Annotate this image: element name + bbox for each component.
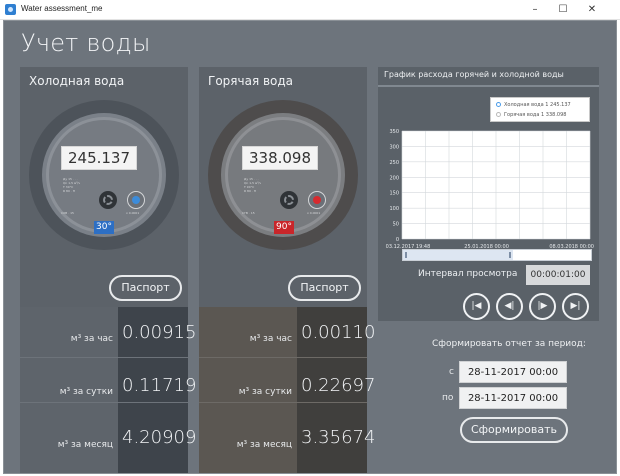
hot-stat-hour: м³ за час 0.00110 [199,314,376,359]
hot-stat-month: м³ за месяц 3.35674 [199,420,376,465]
hot-stats-divider [199,357,367,358]
hot-stat-hour-value: 0.00110 [301,322,376,343]
hot-stat-day-value: 0.22697 [301,375,376,396]
hot-passport-button[interactable]: Паспорт [288,275,361,301]
cold-meter-model: СХВ · 15 [61,211,74,215]
hot-stats-divider [199,402,367,403]
cold-meter-specs: Ду 15 · · · Qn 1,5 м³/ч T 30°C R 80 · Н [63,177,81,193]
hot-meter-gear-icon [280,191,298,209]
interval-row: Интервал просмотра 00:00:01:00 [378,263,599,288]
chart-y-tick-label: 0 [396,237,399,243]
hot-meter-scale: x 0.0001 [307,211,321,215]
range-handle-right[interactable] [509,252,511,258]
chart-range-thumb[interactable] [403,250,513,260]
range-handle-left[interactable] [405,252,407,258]
chart-y-tick-label: 150 [389,191,399,197]
cold-water-title: Холодная вода [29,74,125,88]
chart-range-scrollbar[interactable] [402,249,592,261]
hot-stat-day-label: м³ за сутки [238,387,292,397]
chart-y-tick-label: 250 [389,160,399,166]
report-panel: Сформировать отчет за период: с 28-11-20… [429,333,586,469]
hot-water-panel: Горячая вода 338.098 Ду 15 · · · Qn 1,5 м… [199,67,367,321]
hot-meter-model: СГВ · 15 [242,211,255,215]
hot-meter-specs: Ду 15 · · · Qn 1,5 м³/ч T 90°C R 80 · Н [244,177,262,193]
hot-water-reading: 338.098 [242,146,318,170]
chart-y-tick-label: 50 [393,222,399,228]
cold-stats-divider [20,357,188,358]
cold-stat-day-label: м³ за сутки [59,387,113,397]
report-from-input[interactable]: 28-11-2017 00:00 [459,361,567,383]
chart-y-tick-label: 200 [389,175,399,181]
maximize-button[interactable]: ☐ [549,0,577,20]
nav-next-button[interactable]: |▶ [529,293,556,320]
cold-temperature-badge: 30° [94,221,114,234]
chart-y-tick-label: 100 [389,206,399,212]
chart-title: График расхода горячей и холодной воды [384,70,564,79]
minimize-button[interactable]: – [521,0,549,20]
page-title: Учет воды [21,29,151,57]
chart-legend: Холодная вода 1 245.137 Горячая вода 1 3… [490,97,590,122]
legend-cold-marker-icon [496,102,501,107]
hot-stat-hour-label: м³ за час [249,334,292,344]
generate-report-button[interactable]: Сформировать [460,417,568,443]
cold-water-meter: 245.137 Ду 15 · · · Qn 1,5 м³/ч T 30°C R 80… [29,100,179,250]
hot-stat-month-label: м³ за месяц [236,440,292,450]
hot-water-title: Горячая вода [208,74,294,88]
report-to-input[interactable]: 28-11-2017 00:00 [459,387,567,409]
window-titlebar: Water assessment_me – ☐ ✕ [0,0,620,20]
legend-hot-marker-icon [496,112,501,117]
app-icon [5,4,16,15]
cold-stat-day: м³ за сутки 0.11719 [20,367,197,412]
legend-hot-label: Горячая вода 1 338.098 [504,112,567,118]
nav-prev-button[interactable]: ◀| [496,293,523,320]
report-from-label: с [449,367,454,377]
cold-stat-day-value: 0.11719 [122,375,197,396]
cold-stat-month-label: м³ за месяц [57,440,113,450]
legend-item-cold: Холодная вода 1 245.137 [496,100,571,110]
interval-input[interactable]: 00:00:01:00 [526,265,590,285]
close-button[interactable]: ✕ [578,0,606,20]
report-to-label: по [442,393,454,403]
cold-stat-month: м³ за месяц 4.20909 [20,420,197,465]
cold-meter-indicator-icon [127,191,145,209]
window-title: Water assessment_me [21,4,103,13]
cold-meter-gear-icon [99,191,117,209]
hot-meter-indicator-icon [308,191,326,209]
cold-stat-hour-value: 0.00915 [122,322,197,343]
cold-stats-divider [20,402,188,403]
hot-stat-day: м³ за сутки 0.22697 [199,367,376,412]
cold-water-reading: 245.137 [61,146,137,170]
app-window: Учет воды Холодная вода 245.137 Ду 15 · … [3,20,617,474]
hot-stat-month-value: 3.35674 [301,427,376,448]
cold-meter-scale: x 0.0001 [126,211,140,215]
interval-label: Интервал просмотра [418,269,518,279]
chart-y-tick-label: 350 [389,129,399,135]
hot-water-meter: 338.098 Ду 15 · · · Qn 1,5 м³/ч T 90°C R 80… [208,100,358,250]
report-title: Сформировать отчет за период: [432,339,586,349]
cold-passport-button[interactable]: Паспорт [109,275,182,301]
legend-cold-label: Холодная вода 1 245.137 [504,102,571,108]
hot-temperature-badge: 90° [274,221,294,234]
cold-stat-month-value: 4.20909 [122,427,197,448]
cold-stat-hour-label: м³ за час [70,334,113,344]
legend-item-hot: Горячая вода 1 338.098 [496,110,566,120]
nav-first-button[interactable]: |◀ [463,293,490,320]
cold-stat-hour: м³ за час 0.00915 [20,314,197,359]
cold-water-panel: Холодная вода 245.137 Ду 15 · · · Qn 1,5 … [20,67,188,321]
nav-last-button[interactable]: ▶| [562,293,589,320]
chart-y-tick-label: 300 [389,144,399,150]
